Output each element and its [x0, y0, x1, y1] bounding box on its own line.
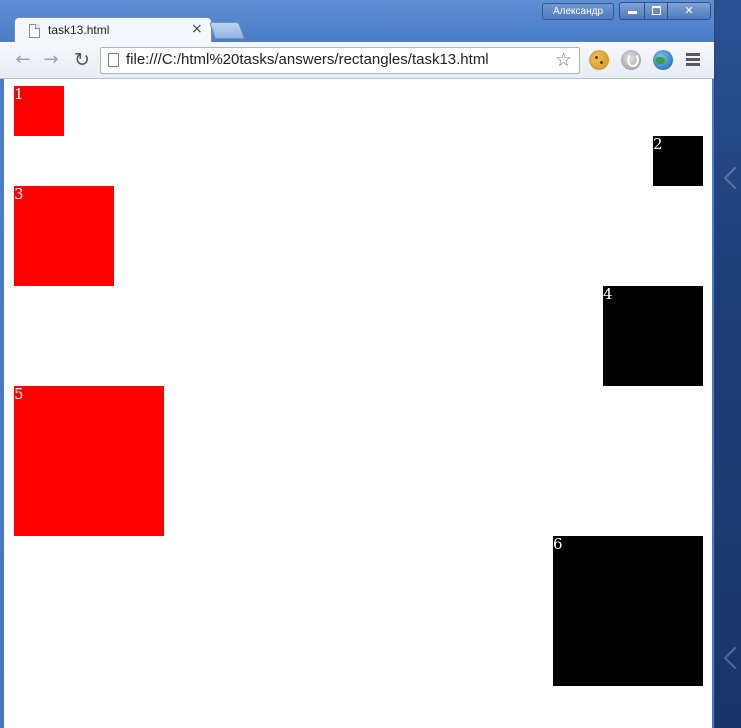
- minimize-button[interactable]: [619, 2, 645, 20]
- close-icon: ✕: [684, 4, 694, 17]
- power-extension-icon[interactable]: [621, 50, 641, 70]
- close-window-button[interactable]: ✕: [667, 2, 711, 20]
- document-icon: [29, 24, 40, 38]
- tab-title: task13.html: [48, 23, 110, 37]
- desktop-decoration: [723, 166, 741, 190]
- rectangle-label: 1: [14, 85, 24, 103]
- url-text: file:///C:/html%20tasks/answers/rectangl…: [126, 51, 489, 68]
- toolbar: ← → ↻ file:///C:/html%20tasks/answers/re…: [0, 42, 714, 79]
- rectangle-label: 5: [14, 385, 24, 403]
- page-icon: [108, 53, 119, 67]
- desktop-decoration: [723, 646, 741, 670]
- tab-active[interactable]: task13.html ×: [14, 17, 212, 44]
- rectangle-2: 2: [653, 136, 703, 186]
- browser-window: task13.html × Александр ✕ ← → ↻ file:///…: [0, 0, 715, 728]
- title-bar: task13.html × Александр ✕: [0, 0, 714, 44]
- forward-arrow-icon[interactable]: →: [40, 49, 62, 71]
- page-content: 1 2 3 4 5 6: [4, 79, 712, 728]
- close-tab-icon[interactable]: ×: [191, 21, 203, 37]
- rectangle-label: 4: [603, 285, 613, 303]
- reload-icon[interactable]: ↻: [71, 49, 93, 71]
- desktop-background: [712, 0, 741, 728]
- address-bar[interactable]: file:///C:/html%20tasks/answers/rectangl…: [100, 47, 580, 74]
- cookie-extension-icon[interactable]: [589, 50, 609, 70]
- rectangle-1: 1: [14, 86, 64, 136]
- rectangle-label: 6: [553, 535, 563, 553]
- rectangle-5: 5: [14, 386, 164, 536]
- maximize-button[interactable]: [644, 2, 668, 20]
- maximize-icon: [651, 6, 661, 15]
- rectangle-4: 4: [603, 286, 703, 386]
- minimize-icon: [627, 11, 637, 14]
- rectangle-label: 3: [14, 185, 24, 203]
- rectangle-3: 3: [14, 186, 114, 286]
- menu-icon[interactable]: [686, 53, 700, 68]
- profile-button[interactable]: Александр: [542, 3, 614, 20]
- new-tab-button[interactable]: [208, 22, 246, 39]
- globe-extension-icon[interactable]: [653, 50, 673, 70]
- back-arrow-icon[interactable]: ←: [12, 49, 34, 71]
- star-icon[interactable]: ☆: [555, 49, 572, 71]
- rectangle-label: 2: [653, 135, 663, 153]
- rectangle-6: 6: [553, 536, 703, 686]
